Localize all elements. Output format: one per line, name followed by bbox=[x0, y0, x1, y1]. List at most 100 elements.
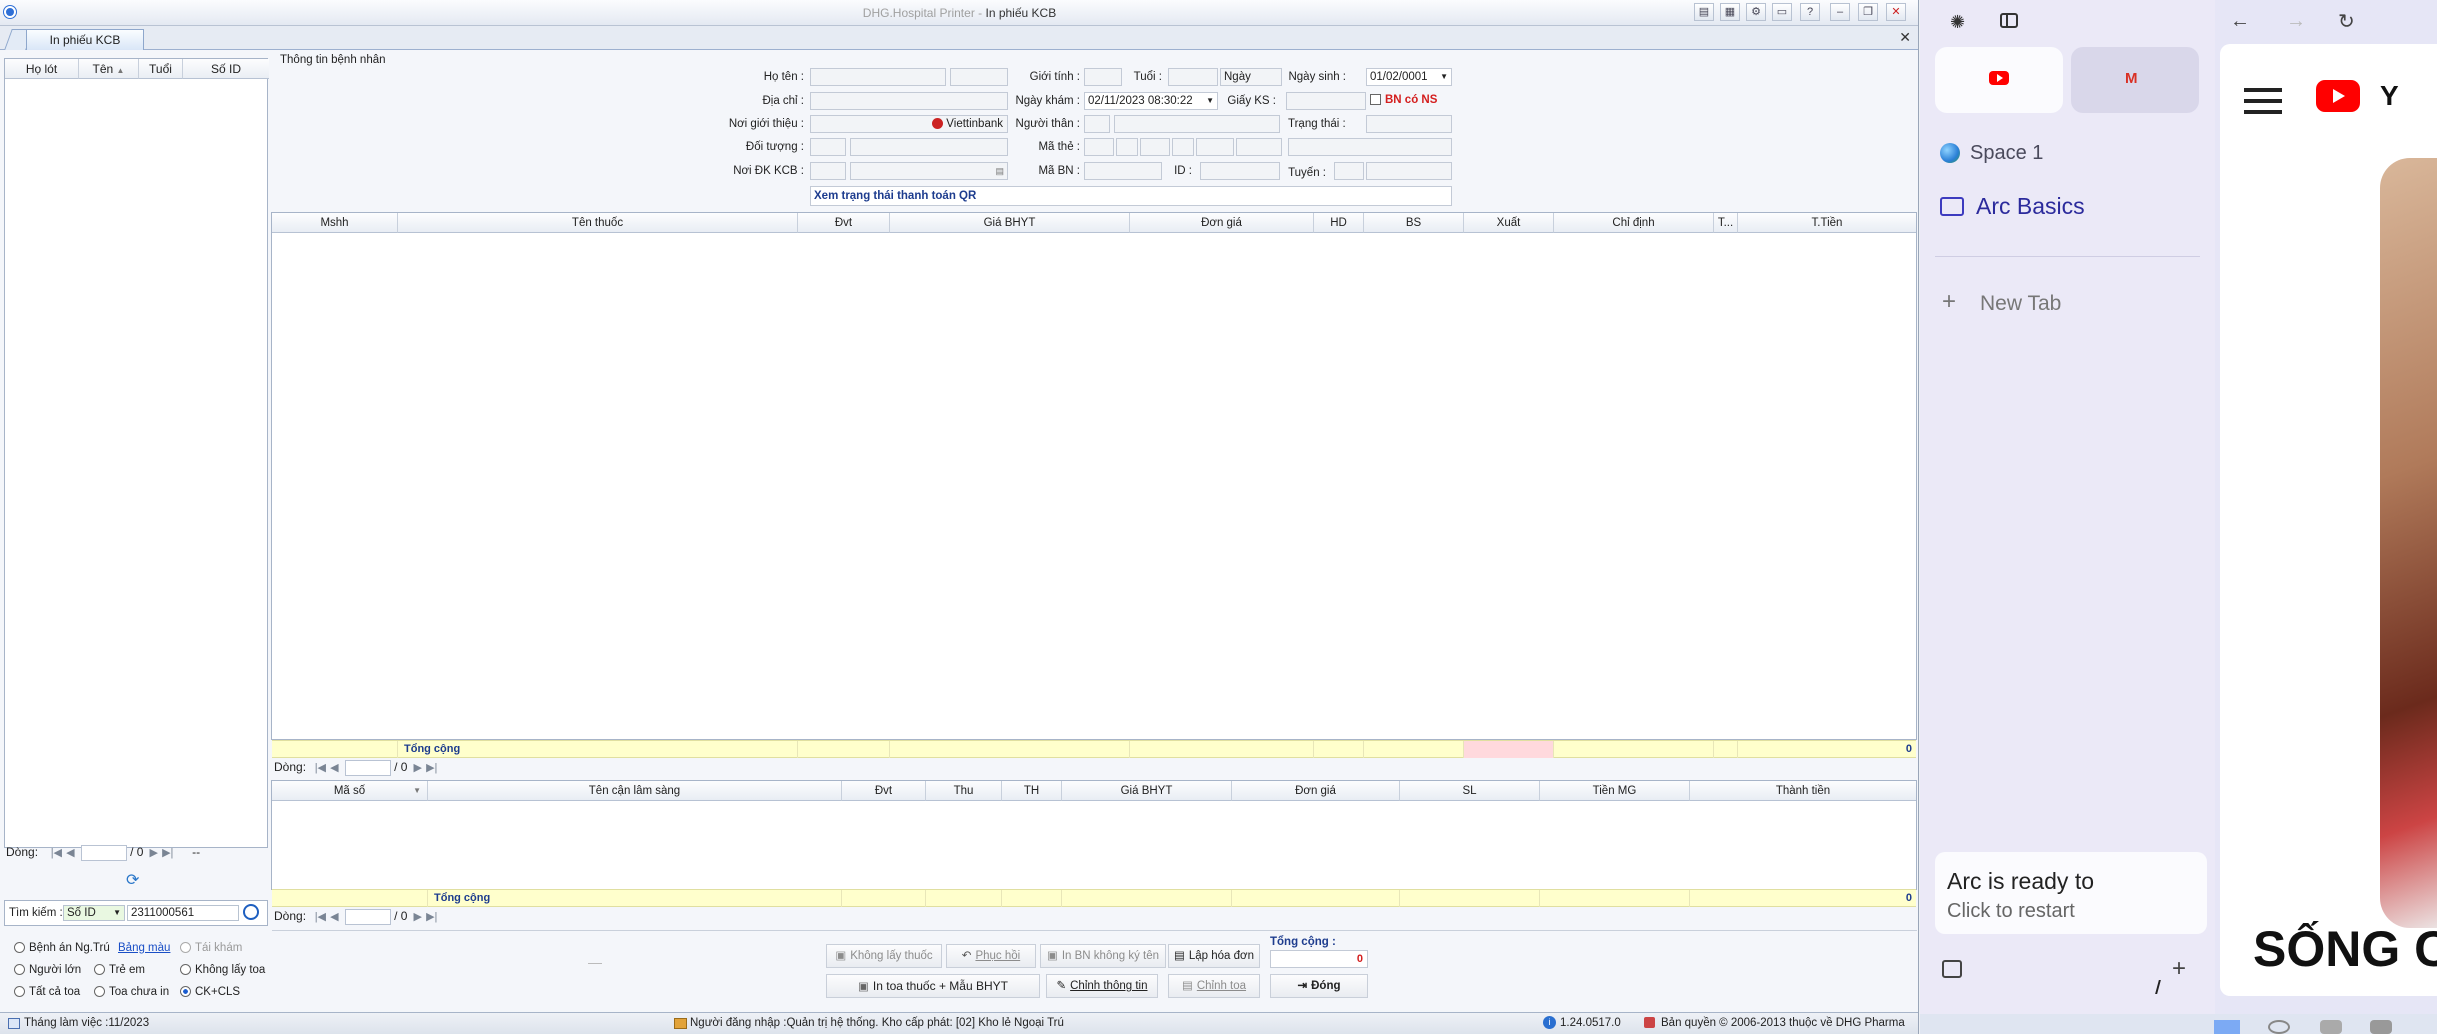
noi-gioi-thieu-input[interactable]: Viettinbank bbox=[810, 115, 1008, 133]
refresh-icon[interactable]: ⟳ bbox=[126, 870, 139, 890]
doi-tuong-code[interactable] bbox=[810, 138, 846, 156]
ma-the-4[interactable] bbox=[1172, 138, 1194, 156]
first-page-icon[interactable]: |◀ bbox=[313, 908, 327, 926]
next-page-icon[interactable]: ▶ bbox=[147, 844, 161, 862]
tuyen-input[interactable] bbox=[1366, 162, 1452, 180]
col-sl[interactable]: SL bbox=[1400, 781, 1540, 801]
gioi-tinh-input[interactable] bbox=[1084, 68, 1122, 86]
ngay-sinh-input[interactable]: 01/02/0001 ▼ bbox=[1366, 68, 1452, 86]
qr-payment-link[interactable]: Xem trạng thái thanh toán QR bbox=[810, 186, 1452, 206]
id-input[interactable] bbox=[1200, 162, 1280, 180]
col-dvt[interactable]: Đvt bbox=[798, 213, 890, 233]
radio-nguoi-lon[interactable]: Người lớn bbox=[14, 964, 81, 976]
add-icon[interactable]: + bbox=[2172, 955, 2186, 983]
bn-co-ns-checkbox[interactable]: BN có NS bbox=[1370, 94, 1437, 106]
restore-button[interactable]: ❐ bbox=[1858, 3, 1878, 21]
folder-arc-basics[interactable]: Arc Basics bbox=[1976, 193, 2085, 220]
toolbar-icon-1[interactable]: ▤ bbox=[1694, 3, 1714, 21]
toolbar-icon-2[interactable]: ▦ bbox=[1720, 3, 1740, 21]
prev-page-icon[interactable]: ◀ bbox=[63, 844, 77, 862]
phuc-hoi-button[interactable]: ↶ Phục hồi bbox=[946, 944, 1036, 968]
col-cls-dvt[interactable]: Đvt bbox=[842, 781, 926, 801]
col-so-id[interactable]: Số ID bbox=[183, 59, 269, 79]
prev-page-icon[interactable]: ◀ bbox=[327, 908, 341, 926]
chinh-thong-tin-button[interactable]: ✎ Chỉnh thông tin bbox=[1046, 974, 1158, 998]
pinned-youtube[interactable] bbox=[1935, 47, 2063, 113]
nguoi-than-input[interactable] bbox=[1114, 115, 1280, 133]
checkbox-tai-kham[interactable]: Tái khám bbox=[180, 942, 242, 954]
col-gia-bhyt[interactable]: Giá BHYT bbox=[890, 213, 1130, 233]
col-th[interactable]: TH bbox=[1002, 781, 1062, 801]
toolbar-icon-4[interactable]: ▭ bbox=[1772, 3, 1792, 21]
ho-ten-input[interactable] bbox=[810, 68, 946, 86]
col-thu[interactable]: Thu bbox=[926, 781, 1002, 801]
col-ma-so[interactable]: Mã số ▼ bbox=[272, 781, 428, 801]
col-chi-dinh[interactable]: Chỉ định bbox=[1554, 213, 1714, 233]
page-input[interactable] bbox=[344, 908, 391, 925]
settings-icon[interactable]: ⚙ bbox=[1746, 3, 1766, 21]
hamburger-menu-icon[interactable] bbox=[2244, 88, 2282, 92]
tuoi-unit[interactable]: Ngày bbox=[1220, 68, 1282, 86]
next-page-icon[interactable]: ▶ bbox=[411, 759, 425, 777]
ma-the-3[interactable] bbox=[1140, 138, 1170, 156]
lap-hoa-don-button[interactable]: ▤ Lập hóa đơn bbox=[1168, 944, 1260, 968]
minimize-button[interactable]: – bbox=[1830, 3, 1850, 21]
search-icon[interactable] bbox=[243, 904, 259, 920]
col-don-gia[interactable]: Đơn giá bbox=[1130, 213, 1314, 233]
col-thanh-tien[interactable]: Thành tiền bbox=[1690, 781, 1916, 801]
ma-the-2[interactable] bbox=[1116, 138, 1138, 156]
new-tab-button[interactable]: New Tab bbox=[1980, 292, 2061, 316]
in-bn-button[interactable]: ▣ In BN không ký tên bbox=[1040, 944, 1166, 968]
prev-page-icon[interactable]: ◀ bbox=[327, 759, 341, 777]
noi-dk-input[interactable]: ▤ bbox=[850, 162, 1008, 180]
giay-ks-input[interactable] bbox=[1286, 92, 1366, 110]
col-ten-thuoc[interactable]: Tên thuốc bbox=[398, 213, 798, 233]
taskbar-app-icon-3[interactable] bbox=[2370, 1020, 2392, 1034]
tuyen-code[interactable] bbox=[1334, 162, 1364, 180]
bang-mau-link[interactable]: Bảng màu bbox=[118, 942, 170, 954]
video-thumbnail[interactable] bbox=[2380, 158, 2437, 928]
khong-lay-thuoc-button[interactable]: ▣ Không lấy thuốc bbox=[826, 944, 942, 968]
last-page-icon[interactable]: ▶| bbox=[425, 759, 439, 777]
sidebar-toggle-icon[interactable] bbox=[2000, 13, 2018, 28]
start-icon[interactable] bbox=[2214, 1020, 2240, 1034]
in-toa-thuoc-button[interactable]: ▣ In toa thuốc + Mẫu BHYT bbox=[826, 974, 1040, 998]
radio-ck-cls[interactable]: CK+CLS bbox=[180, 986, 240, 998]
restart-toast[interactable]: Arc is ready to Click to restart bbox=[1935, 852, 2207, 934]
doi-tuong-input[interactable] bbox=[850, 138, 1008, 156]
col-ho-lot[interactable]: Họ lót bbox=[5, 59, 79, 79]
back-arrow-icon[interactable]: ← bbox=[2230, 10, 2250, 33]
ma-the-6[interactable] bbox=[1236, 138, 1282, 156]
radio-toa-chua-in[interactable]: Toa chưa in bbox=[94, 986, 169, 998]
video-title[interactable]: SỐNG C bbox=[2253, 920, 2437, 978]
last-page-icon[interactable]: ▶| bbox=[425, 908, 439, 926]
nguoi-than-code[interactable] bbox=[1084, 115, 1110, 133]
ma-bn-input[interactable] bbox=[1084, 162, 1162, 180]
first-page-icon[interactable]: |◀ bbox=[49, 844, 63, 862]
taskbar-app-icon[interactable] bbox=[2268, 1020, 2290, 1034]
col-tuoi[interactable]: Tuổi bbox=[139, 59, 183, 79]
col-tien-mg[interactable]: Tiền MG bbox=[1540, 781, 1690, 801]
col-mshh[interactable]: Mshh bbox=[272, 213, 398, 233]
taskbar-app-icon-2[interactable] bbox=[2320, 1020, 2342, 1034]
col-ten[interactable]: Tên ▲ bbox=[79, 59, 139, 79]
space-name[interactable]: Space 1 bbox=[1970, 142, 2043, 165]
tab-close-icon[interactable]: ✕ bbox=[1899, 29, 1911, 46]
col-ten-cls[interactable]: Tên cận lâm sàng bbox=[428, 781, 842, 801]
dia-chi-input[interactable] bbox=[810, 92, 1008, 110]
ma-the-5[interactable] bbox=[1196, 138, 1234, 156]
col-xuat[interactable]: Xuất bbox=[1464, 213, 1554, 233]
first-page-icon[interactable]: |◀ bbox=[313, 759, 327, 777]
page-input[interactable] bbox=[344, 759, 391, 776]
ngay-kham-input[interactable]: 02/11/2023 08:30:22 ▼ bbox=[1084, 92, 1218, 110]
trang-thai-input[interactable] bbox=[1366, 115, 1452, 133]
col-cls-gia-bhyt[interactable]: Giá BHYT bbox=[1062, 781, 1232, 801]
col-bs[interactable]: BS bbox=[1364, 213, 1464, 233]
tab-in-phieu-kcb[interactable]: In phiếu KCB bbox=[26, 29, 144, 50]
next-page-icon[interactable]: ▶ bbox=[411, 908, 425, 926]
radio-tat-ca-toa[interactable]: Tất cả toa bbox=[14, 986, 80, 998]
search-input[interactable]: 2311000561 bbox=[127, 905, 239, 921]
ma-the-1[interactable] bbox=[1084, 138, 1114, 156]
search-field-select[interactable]: Số ID ▼ bbox=[63, 905, 125, 921]
help-button[interactable]: ? bbox=[1800, 3, 1820, 21]
